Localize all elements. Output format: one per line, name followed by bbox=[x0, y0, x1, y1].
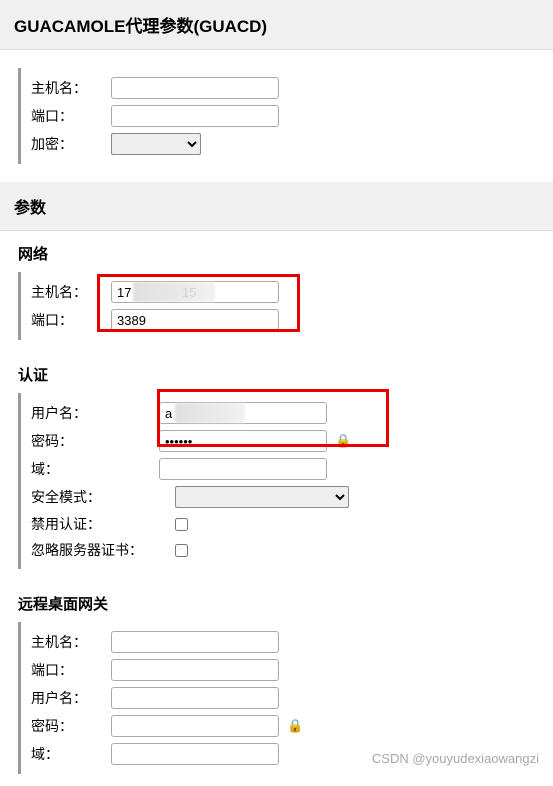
guacd-encryption-label: 加密： bbox=[31, 134, 111, 154]
auth-disable-auth-label: 禁用认证： bbox=[31, 514, 175, 534]
section-header-guacd: GUACAMOLE代理参数(GUACD) bbox=[0, 0, 553, 50]
guacd-port-label: 端口： bbox=[31, 106, 111, 126]
network-port-input[interactable] bbox=[111, 309, 279, 331]
gateway-domain-input[interactable] bbox=[111, 743, 279, 765]
gateway-username-input[interactable] bbox=[111, 687, 279, 709]
auth-security-label: 安全模式： bbox=[31, 487, 175, 507]
gateway-password-input[interactable] bbox=[111, 715, 279, 737]
gateway-hostname-input[interactable] bbox=[111, 631, 279, 653]
gateway-port-label: 端口： bbox=[31, 660, 111, 680]
gateway-hostname-label: 主机名： bbox=[31, 632, 111, 652]
network-heading: 网络 bbox=[0, 231, 553, 272]
guacd-hostname-input[interactable] bbox=[111, 77, 279, 99]
auth-password-input[interactable] bbox=[159, 430, 327, 452]
auth-ignore-cert-checkbox[interactable] bbox=[175, 544, 188, 557]
auth-security-select[interactable] bbox=[175, 486, 349, 508]
network-port-label: 端口： bbox=[31, 310, 111, 330]
network-hostname-label: 主机名： bbox=[31, 282, 111, 302]
auth-password-label: 密码： bbox=[31, 431, 159, 451]
gateway-port-input[interactable] bbox=[111, 659, 279, 681]
auth-disable-auth-checkbox[interactable] bbox=[175, 518, 188, 531]
gateway-heading: 远程桌面网关 bbox=[0, 581, 553, 622]
lock-icon: 🔒 bbox=[287, 718, 303, 734]
auth-ignore-cert-label: 忽略服务器证书： bbox=[31, 540, 175, 560]
guacd-encryption-select[interactable] bbox=[111, 133, 201, 155]
guacd-port-input[interactable] bbox=[111, 105, 279, 127]
section-header-params: 参数 bbox=[0, 182, 553, 231]
gateway-password-label: 密码： bbox=[31, 716, 111, 736]
gateway-username-label: 用户名： bbox=[31, 688, 111, 708]
auth-username-label: 用户名： bbox=[31, 403, 159, 423]
guacd-hostname-label: 主机名： bbox=[31, 78, 111, 98]
lock-icon: 🔒 bbox=[335, 433, 351, 449]
auth-domain-label: 域： bbox=[31, 459, 159, 479]
auth-heading: 认证 bbox=[0, 352, 553, 393]
gateway-domain-label: 域： bbox=[31, 744, 111, 764]
auth-domain-input[interactable] bbox=[159, 458, 327, 480]
